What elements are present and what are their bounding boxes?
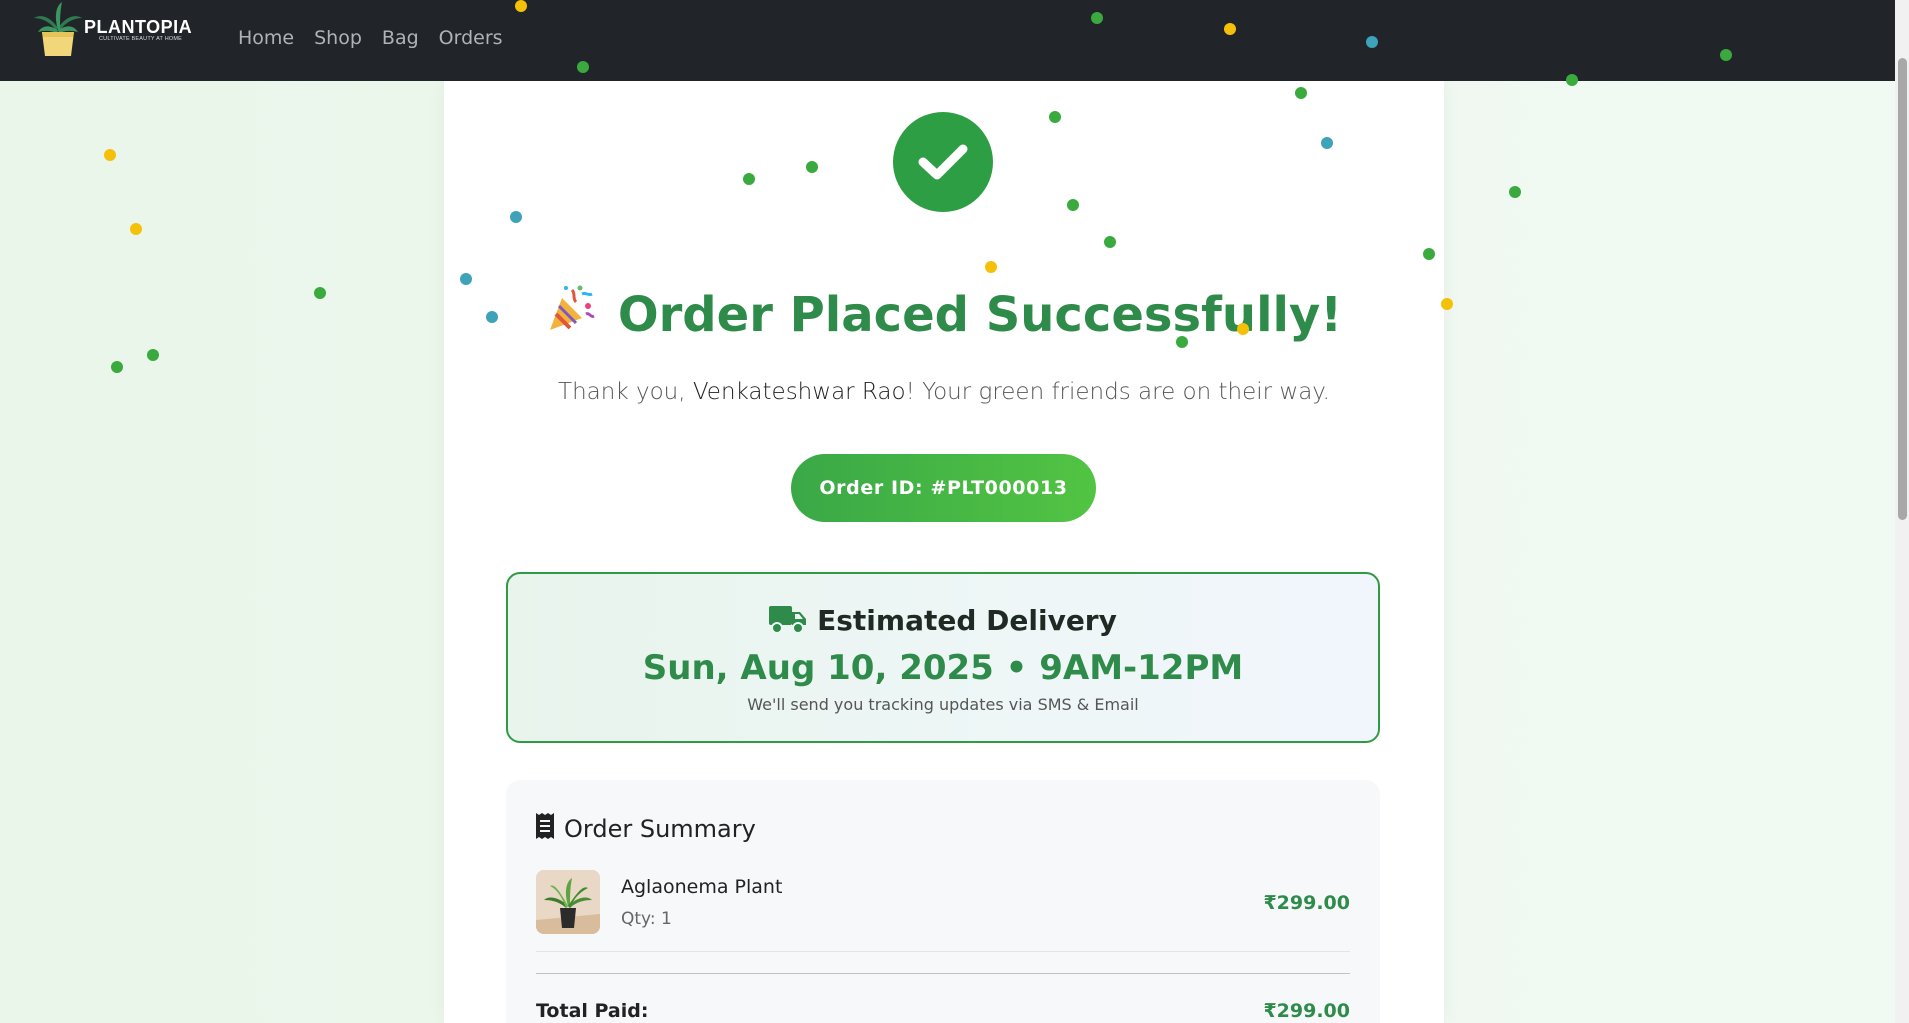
confetti-dot — [577, 61, 589, 73]
page-title: Order Placed Successfully! — [617, 287, 1343, 343]
confetti-dot — [130, 223, 142, 235]
brand-name: PLANTOPIA — [84, 17, 193, 37]
confetti-dot — [1720, 49, 1732, 61]
confetti-dot — [1049, 111, 1061, 123]
nav-home[interactable]: Home — [238, 27, 294, 49]
confetti-dot — [1104, 236, 1116, 248]
total-value: ₹299.00 — [1263, 1000, 1350, 1022]
confetti-dot — [985, 261, 997, 273]
delivery-heading: Estimated Delivery — [817, 604, 1117, 637]
item-divider — [536, 951, 1350, 952]
plant-pot-icon — [32, 2, 84, 58]
confetti-dot — [104, 149, 116, 161]
confetti-dot — [510, 211, 522, 223]
confetti-dot — [1295, 87, 1307, 99]
brand-logo[interactable]: PLANTOPIA CULTIVATE BEAUTY AT HOME — [32, 0, 192, 60]
party-popper-icon — [546, 284, 596, 346]
total-label: Total Paid: — [536, 1000, 649, 1022]
confetti-dot — [460, 273, 472, 285]
confetti-dot — [1091, 12, 1103, 24]
title-row: Order Placed Successfully! — [444, 284, 1444, 346]
thank-prefix: Thank you, — [558, 379, 693, 405]
confetti-dot — [1366, 36, 1378, 48]
confetti-dot — [1423, 248, 1435, 260]
scrollbar-thumb[interactable] — [1898, 58, 1907, 520]
nav-orders[interactable]: Orders — [439, 27, 503, 49]
confetti-dot — [1441, 298, 1453, 310]
product-image — [536, 870, 600, 934]
confetti-dot — [1224, 23, 1236, 35]
order-confirmation-card: Order Placed Successfully! Thank you, Ve… — [444, 81, 1444, 1023]
confetti-dot — [1321, 137, 1333, 149]
delivery-date: Sun, Aug 10, 2025 • 9AM-12PM — [642, 648, 1244, 688]
item-price: ₹299.00 — [1263, 892, 1350, 914]
confetti-dot — [1566, 74, 1578, 86]
confetti-dot — [1067, 199, 1079, 211]
confetti-dot — [743, 173, 755, 185]
truck-icon — [769, 604, 807, 641]
confetti-dot — [1176, 336, 1188, 348]
confetti-dot — [111, 361, 123, 373]
receipt-icon — [536, 813, 554, 845]
delivery-note: We'll send you tracking updates via SMS … — [747, 695, 1139, 714]
nav-shop[interactable]: Shop — [314, 27, 362, 49]
thank-suffix: ! Your green friends are on their way. — [905, 379, 1330, 405]
page-scrollbar[interactable] — [1895, 0, 1909, 1023]
item-qty: Qty: 1 — [621, 909, 672, 929]
confetti-dot — [486, 311, 498, 323]
nav-links: Home Shop Bag Orders — [238, 27, 523, 49]
thank-you-message: Thank you, Venkateshwar Rao! Your green … — [444, 379, 1444, 405]
confetti-dot — [1509, 186, 1521, 198]
order-id-badge: Order ID: #PLT000013 — [791, 454, 1096, 522]
summary-heading: Order Summary — [564, 815, 756, 843]
confetti-dot — [806, 161, 818, 173]
confetti-dot — [314, 287, 326, 299]
nav-bag[interactable]: Bag — [382, 27, 419, 49]
confetti-dot — [515, 0, 527, 12]
customer-name: Venkateshwar Rao — [692, 379, 906, 405]
navbar: PLANTOPIA CULTIVATE BEAUTY AT HOME Home … — [0, 0, 1895, 81]
total-divider — [536, 973, 1350, 974]
success-check-icon — [893, 112, 993, 212]
brand-tagline: CULTIVATE BEAUTY AT HOME — [99, 36, 183, 42]
estimated-delivery-box: Estimated Delivery Sun, Aug 10, 2025 • 9… — [506, 572, 1380, 743]
order-summary: Order Summary Aglaonema Plant Qty: 1 ₹29… — [506, 780, 1380, 1023]
confetti-dot — [147, 349, 159, 361]
confetti-dot — [1237, 323, 1249, 335]
item-name: Aglaonema Plant — [621, 876, 783, 898]
